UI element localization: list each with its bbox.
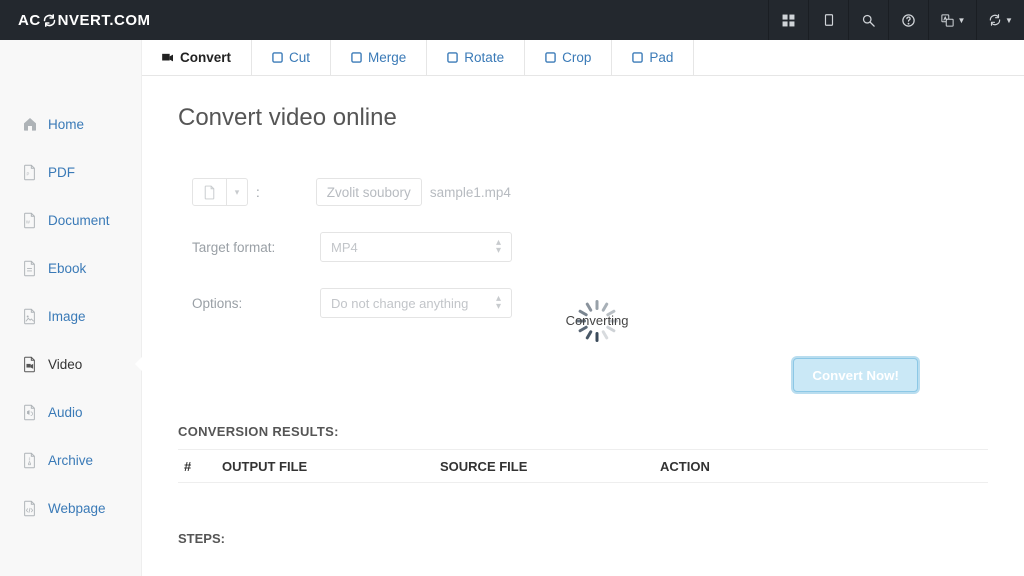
tab-label: Cut <box>289 50 310 65</box>
sidebar-item-label: Audio <box>48 405 83 420</box>
steps-heading: STEPS: <box>178 531 988 546</box>
tab-label: Merge <box>368 50 406 65</box>
shell: Home P PDF W Document Ebook Image Video … <box>0 40 1024 576</box>
sidebar-item-label: Webpage <box>48 501 106 516</box>
sidebar-item-label: Document <box>48 213 110 228</box>
choose-file-button[interactable]: Zvolit soubory <box>316 178 422 206</box>
language-icon[interactable]: A▼ <box>928 0 976 40</box>
results-table-header: # OUTPUT FILE SOURCE FILE ACTION <box>178 449 988 483</box>
sidebar-item-label: Ebook <box>48 261 86 276</box>
archive-icon <box>22 452 48 469</box>
tab-pad[interactable]: Pad <box>612 40 694 75</box>
options-select[interactable]: Do not change anything ▴▾ <box>320 288 512 318</box>
sidebar-item-label: Home <box>48 117 84 132</box>
pdf-icon: P <box>22 164 48 181</box>
main: Convert Cut Merge Rotate Crop Pad <box>142 40 1024 576</box>
col-output: OUTPUT FILE <box>222 459 440 474</box>
options-row: Options: Do not change anything ▴▾ <box>178 288 988 318</box>
tab-crop[interactable]: Crop <box>525 40 612 75</box>
convert-button-row: Convert Now! <box>178 358 988 392</box>
brand-logo[interactable]: AC NVERT.COM <box>18 12 151 29</box>
help-icon[interactable] <box>888 0 928 40</box>
sidebar-item-webpage[interactable]: Webpage <box>0 484 141 532</box>
options-value: Do not change anything <box>331 296 468 311</box>
reload-icon[interactable]: ▼ <box>976 0 1024 40</box>
col-action: ACTION <box>660 459 988 474</box>
choose-file-label: Zvolit soubory <box>327 185 411 200</box>
topbar: AC NVERT.COM A▼ ▼ <box>0 0 1024 40</box>
svg-text:W: W <box>26 219 30 224</box>
image-icon <box>22 308 48 325</box>
document-icon: W <box>22 212 48 229</box>
square-icon <box>272 52 283 63</box>
brand-left: AC <box>18 12 41 29</box>
sidebar-item-ebook[interactable]: Ebook <box>0 244 141 292</box>
refresh-icon <box>42 13 57 28</box>
tab-rotate[interactable]: Rotate <box>427 40 525 75</box>
results-heading: CONVERSION RESULTS: <box>178 424 988 439</box>
grid-icon[interactable] <box>768 0 808 40</box>
tab-label: Convert <box>180 50 231 65</box>
colon: : <box>256 185 260 200</box>
sidebar-item-document[interactable]: W Document <box>0 196 141 244</box>
target-format-select[interactable]: MP4 ▴▾ <box>320 232 512 262</box>
video-small-icon <box>162 53 174 63</box>
webpage-icon <box>22 500 48 517</box>
tab-convert[interactable]: Convert <box>142 40 252 75</box>
source-type-selector[interactable]: ▾ <box>192 178 248 206</box>
tab-merge[interactable]: Merge <box>331 40 427 75</box>
svg-text:A: A <box>943 15 946 20</box>
sidebar-item-audio[interactable]: Audio <box>0 388 141 436</box>
updown-icon: ▴▾ <box>496 295 501 311</box>
topbar-actions: A▼ ▼ <box>768 0 1024 40</box>
tabs: Convert Cut Merge Rotate Crop Pad <box>142 40 1024 76</box>
sidebar-item-pdf[interactable]: P PDF <box>0 148 141 196</box>
tab-label: Rotate <box>464 50 504 65</box>
chevron-down-icon: ▾ <box>227 187 247 198</box>
page-title: Convert video online <box>178 104 988 132</box>
target-format-row: Target format: MP4 ▴▾ <box>178 232 988 262</box>
col-hash: # <box>178 459 222 474</box>
sidebar-item-image[interactable]: Image <box>0 292 141 340</box>
sidebar-item-label: Archive <box>48 453 93 468</box>
content: Convert video online ▾ : Zvolit soubory … <box>142 76 1024 546</box>
sidebar-item-video[interactable]: Video <box>0 340 141 388</box>
file-icon <box>193 179 227 205</box>
col-source: SOURCE FILE <box>440 459 660 474</box>
ebook-icon <box>22 260 48 277</box>
square-icon <box>447 52 458 63</box>
sidebar-item-archive[interactable]: Archive <box>0 436 141 484</box>
selected-file-name: sample1.mp4 <box>430 185 511 200</box>
tab-cut[interactable]: Cut <box>252 40 331 75</box>
video-icon <box>22 356 48 373</box>
audio-icon <box>22 404 48 421</box>
target-format-value: MP4 <box>331 240 358 255</box>
sidebar-item-label: PDF <box>48 165 75 180</box>
sidebar-item-home[interactable]: Home <box>0 100 141 148</box>
updown-icon: ▴▾ <box>496 239 501 255</box>
square-icon <box>545 52 556 63</box>
sidebar-item-label: Image <box>48 309 86 324</box>
sidebar-item-label: Video <box>48 357 82 372</box>
options-label: Options: <box>192 296 320 311</box>
sidebar: Home P PDF W Document Ebook Image Video … <box>0 40 142 576</box>
square-icon <box>351 52 362 63</box>
tablet-icon[interactable] <box>808 0 848 40</box>
brand-right: NVERT.COM <box>58 12 151 29</box>
file-input-row: ▾ : Zvolit soubory sample1.mp4 <box>178 178 988 206</box>
home-icon <box>22 116 48 132</box>
svg-text:P: P <box>26 171 29 176</box>
square-icon <box>632 52 643 63</box>
search-icon[interactable] <box>848 0 888 40</box>
tab-label: Pad <box>649 50 673 65</box>
tab-label: Crop <box>562 50 591 65</box>
target-format-label: Target format: <box>192 240 320 255</box>
convert-button[interactable]: Convert Now! <box>793 358 918 392</box>
